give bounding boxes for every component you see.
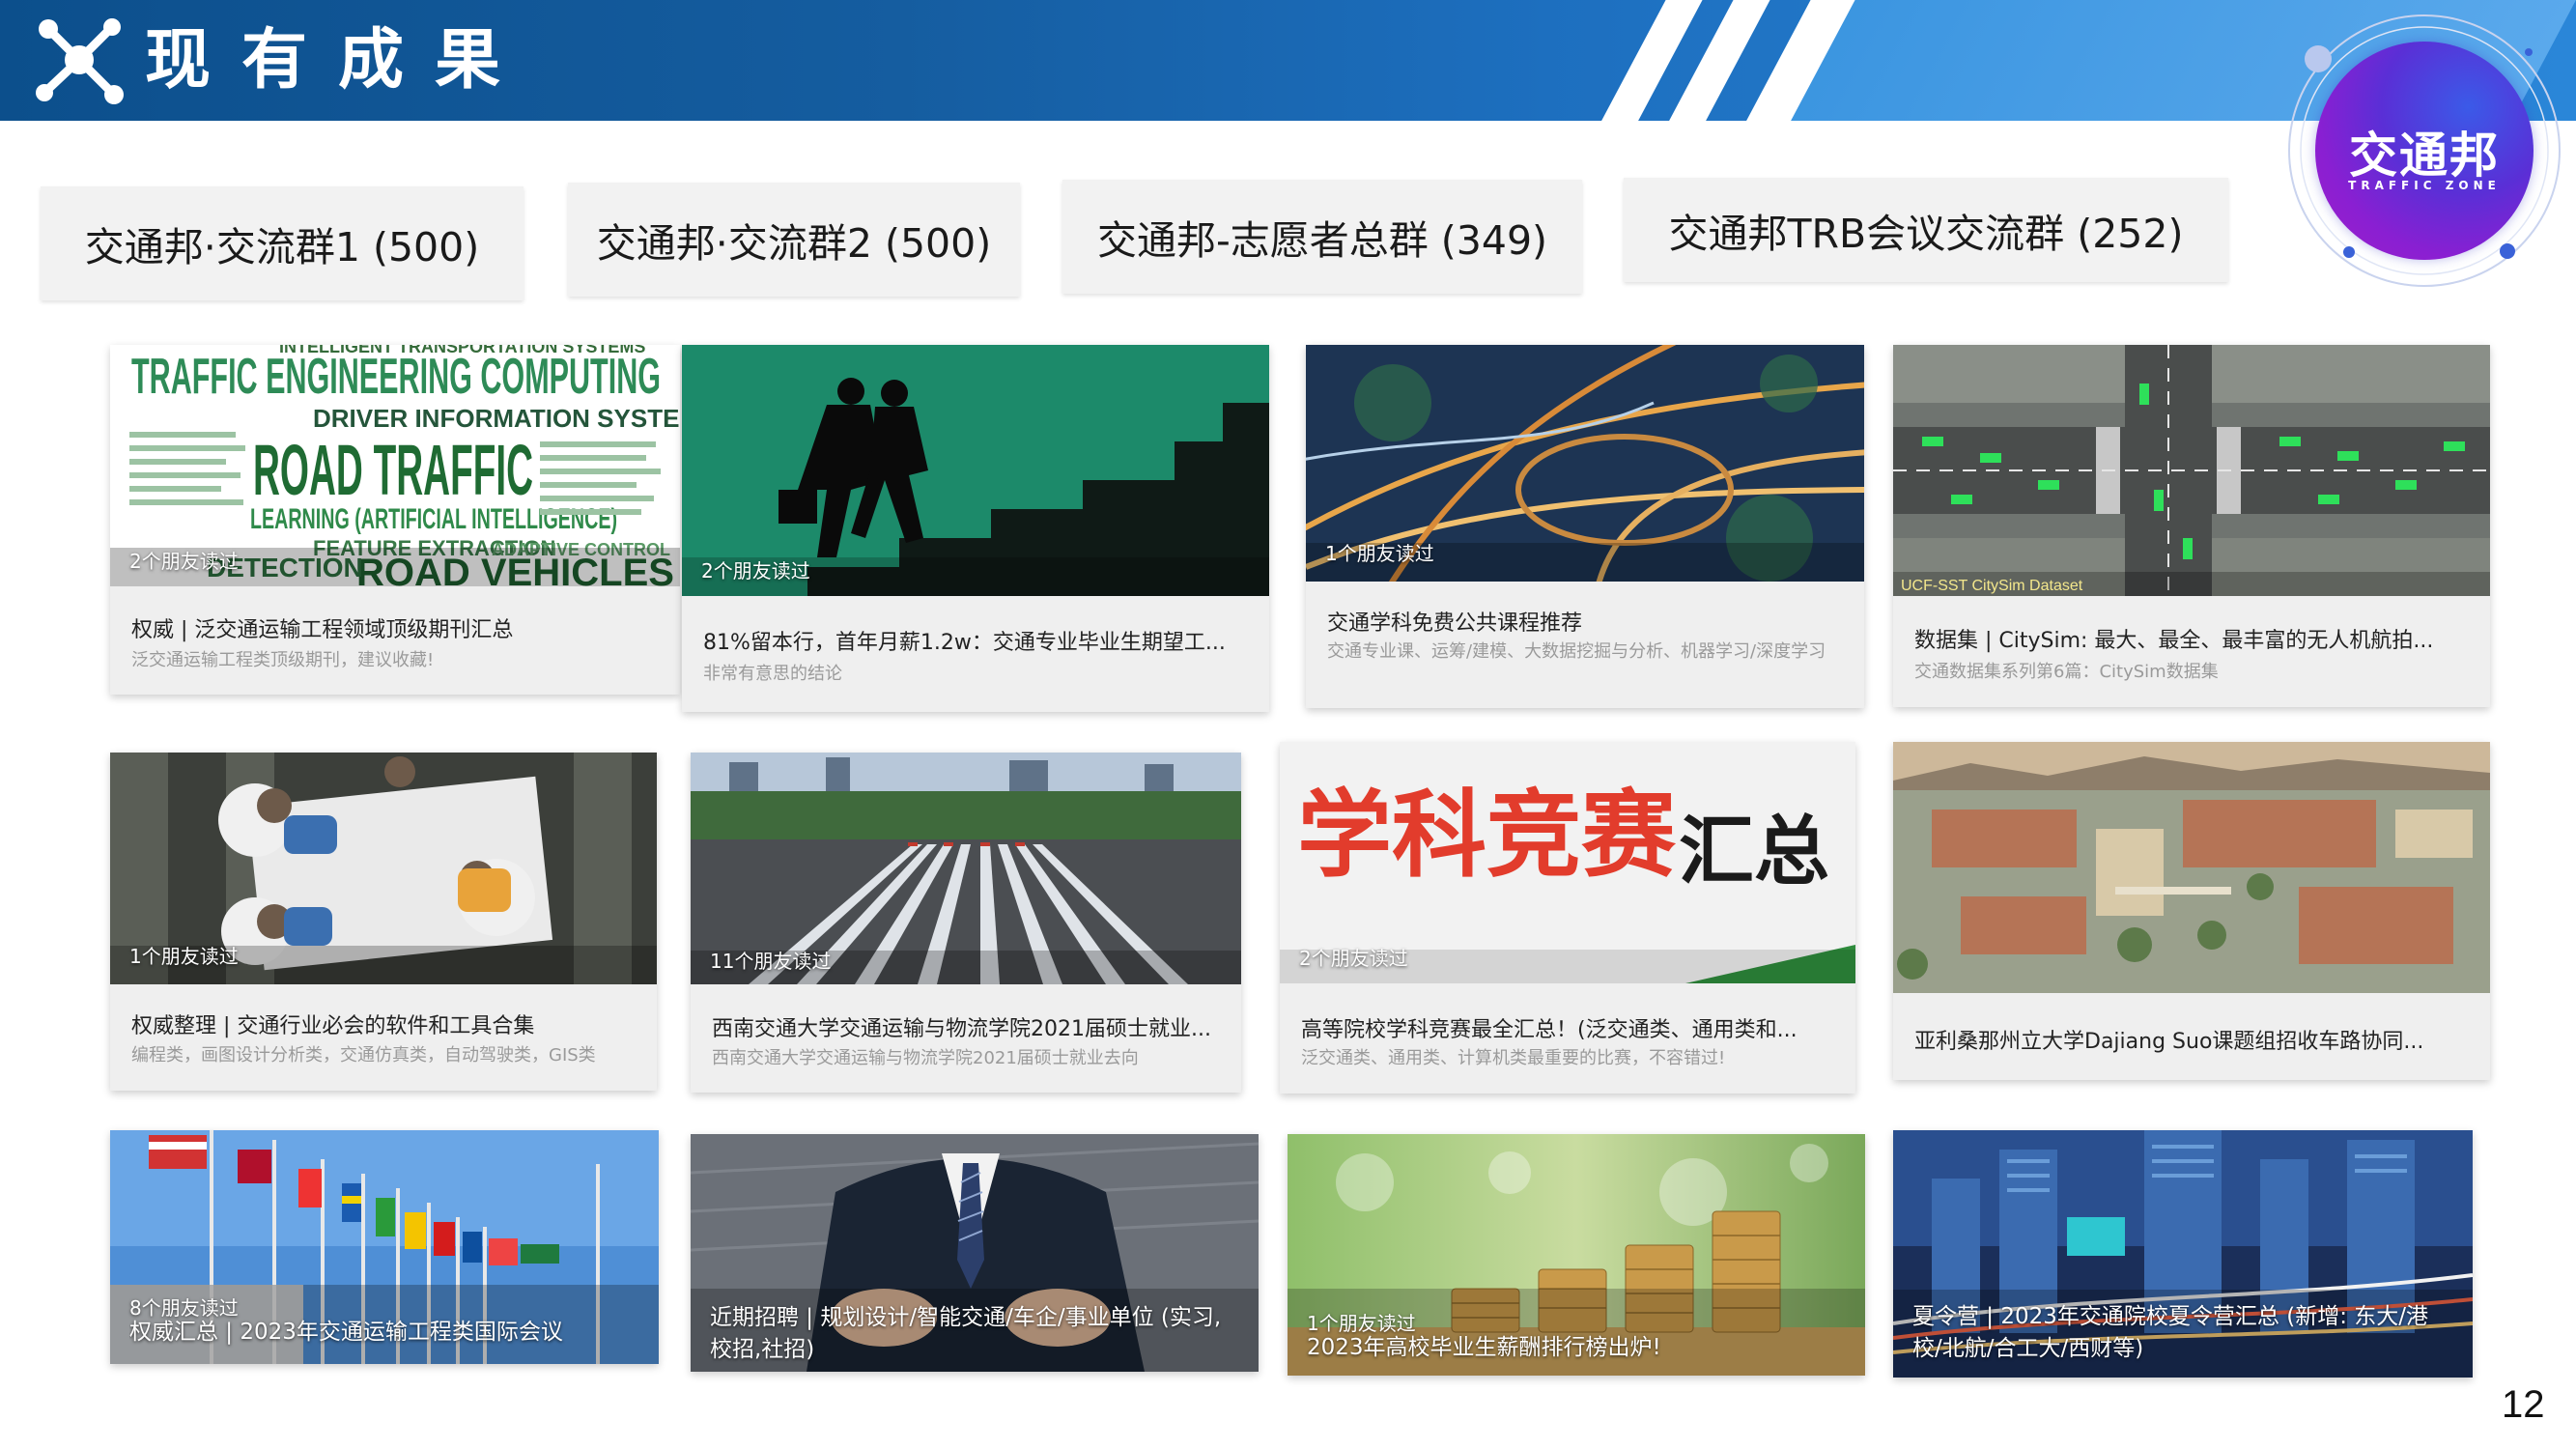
article-title: 81%留本行，首年月薪1.2w：交通专业毕业生期望工... bbox=[703, 631, 1226, 655]
banner-text-dark: 汇总 bbox=[1679, 808, 1829, 895]
read-count: 2个朋友读过 bbox=[129, 550, 239, 573]
article-card[interactable]: 1个朋友读过 2023年高校毕业生薪酬排行榜出炉! bbox=[1288, 1134, 1865, 1376]
banner-text-red: 学科竞赛 bbox=[1297, 780, 1677, 891]
cloud-word: LEARNING (ARTIFICIAL INTELLIGENCE) bbox=[250, 503, 617, 535]
cloud-word: DRIVER INFORMATION SYSTEMS bbox=[313, 404, 680, 433]
article-title: 夏令营 | 2023年交通院校夏令营汇总 (新增: 东大/港校/北航/合工大/西… bbox=[1912, 1304, 2428, 1361]
article-title: 高等院校学科竞赛最全汇总！(泛交通类、通用类和... bbox=[1301, 1018, 1798, 1042]
article-subtitle: 编程类，画图设计分析类，交通仿真类，自动驾驶类，GIS类 bbox=[131, 1045, 596, 1065]
article-card[interactable]: INTELLIGENT TRANSPORTATION SYSTEMS TRAFF… bbox=[110, 345, 680, 695]
article-subtitle: 非常有意思的结论 bbox=[703, 664, 842, 684]
cloud-word: TRAFFIC ENGINEERING COMPUTING bbox=[131, 349, 661, 405]
read-count: 1个朋友读过 bbox=[1325, 542, 1434, 565]
group-label: 交通邦TRB会议交流群 (252) bbox=[1668, 211, 2184, 257]
article-subtitle: 泛交通运输工程类顶级期刊，建议收藏! bbox=[131, 650, 435, 670]
article-subtitle: 交通专业课、运筹/建模、大数据挖掘与分析、机器学习/深度学习 bbox=[1327, 641, 1826, 662]
article-subtitle: 泛交通类、通用类、计算机类最重要的比赛，不容错过! bbox=[1301, 1048, 1726, 1068]
group-label: 交通邦-志愿者总群 (349) bbox=[1096, 217, 1548, 264]
article-title: 亚利桑那州立大学Dajiang Suo课题组招收车路协同... bbox=[1914, 1030, 2424, 1054]
article-card[interactable]: 1个朋友读过 交通学科免费公共课程推荐 交通专业课、运筹/建模、大数据挖掘与分析… bbox=[1306, 345, 1864, 708]
article-card[interactable]: 近期招聘 | 规划设计/智能交通/车企/事业单位 (实习, 校招,社招) bbox=[691, 1134, 1259, 1372]
article-thumbnail: UCF-SST CitySim Dataset bbox=[1893, 345, 2490, 596]
group-button-2[interactable]: 交通邦·交流群2 (500) bbox=[568, 183, 1020, 297]
brand-name: 交通邦 bbox=[2349, 128, 2500, 184]
article-title: 2023年高校毕业生薪酬排行榜出炉! bbox=[1307, 1335, 1661, 1360]
article-card[interactable]: 夏令营 | 2023年交通院校夏令营汇总 (新增: 东大/港校/北航/合工大/西… bbox=[1893, 1130, 2473, 1378]
article-title: 权威汇总 | 2023年交通运输工程类国际会议 bbox=[129, 1320, 563, 1345]
group-button-3[interactable]: 交通邦-志愿者总群 (349) bbox=[1062, 180, 1582, 294]
brand-logo: 交通邦 TRAFFIC ZONE bbox=[2279, 6, 2569, 296]
brand-badge: 交通邦 TRAFFIC ZONE bbox=[2315, 42, 2534, 260]
article-thumbnail bbox=[1893, 742, 2490, 993]
read-count: 2个朋友读过 bbox=[701, 559, 810, 582]
article-card[interactable]: 2个朋友读过 81%留本行，首年月薪1.2w：交通专业毕业生期望工... 非常有… bbox=[682, 345, 1269, 712]
article-subtitle: 交通数据集系列第6篇：CitySim数据集 bbox=[1914, 662, 2219, 682]
article-card[interactable]: 8个朋友读过 权威汇总 | 2023年交通运输工程类国际会议 bbox=[110, 1130, 659, 1364]
page-title: 现有成果 bbox=[145, 22, 532, 99]
group-label: 交通邦·交流群1 (500) bbox=[84, 224, 480, 270]
page-number: 12 bbox=[2502, 1383, 2545, 1426]
article-card[interactable]: 亚利桑那州立大学Dajiang Suo课题组招收车路协同... bbox=[1893, 742, 2490, 1080]
read-count: 2个朋友读过 bbox=[1299, 947, 1408, 970]
article-title: 交通学科免费公共课程推荐 bbox=[1327, 611, 1583, 636]
group-button-4[interactable]: 交通邦TRB会议交流群 (252) bbox=[1624, 178, 2228, 282]
group-label: 交通邦·交流群2 (500) bbox=[596, 220, 992, 267]
article-subtitle: 西南交通大学交通运输与物流学院2021届硕士就业去向 bbox=[712, 1048, 1139, 1068]
cloud-word: ROAD TRAFFIC bbox=[253, 430, 533, 510]
article-title: 权威整理 | 交通行业必会的软件和工具合集 bbox=[131, 1014, 535, 1038]
article-title: 近期招聘 | 规划设计/智能交通/车企/事业单位 (实习, 校招,社招) bbox=[710, 1305, 1222, 1362]
article-card[interactable]: 1个朋友读过 权威整理 | 交通行业必会的软件和工具合集 编程类，画图设计分析类… bbox=[110, 753, 657, 1091]
read-count: 11个朋友读过 bbox=[710, 950, 832, 973]
article-card[interactable]: 学科竞赛 汇总 2个朋友读过 高等院校学科竞赛最全汇总！(泛交通类、通用类和..… bbox=[1280, 742, 1855, 1094]
article-card[interactable]: 11个朋友读过 西南交通大学交通运输与物流学院2021届硕士就业... 西南交通… bbox=[691, 753, 1241, 1093]
article-card[interactable]: UCF-SST CitySim Dataset 数据集 | CitySim: 最… bbox=[1893, 345, 2490, 707]
article-title: 数据集 | CitySim: 最大、最全、最丰富的无人机航拍... bbox=[1914, 629, 2434, 653]
group-button-1[interactable]: 交通邦·交流群1 (500) bbox=[41, 186, 524, 300]
brand-subtitle: TRAFFIC ZONE bbox=[2348, 179, 2501, 192]
header-bar: 现有成果 bbox=[0, 0, 2576, 121]
article-title: 权威 | 泛交通运输工程领域顶级期刊汇总 bbox=[131, 618, 514, 642]
article-title: 西南交通大学交通运输与物流学院2021届硕士就业... bbox=[712, 1017, 1211, 1041]
read-count: 1个朋友读过 bbox=[129, 945, 239, 968]
dataset-caption: UCF-SST CitySim Dataset bbox=[1901, 578, 2083, 594]
network-icon bbox=[36, 18, 124, 104]
